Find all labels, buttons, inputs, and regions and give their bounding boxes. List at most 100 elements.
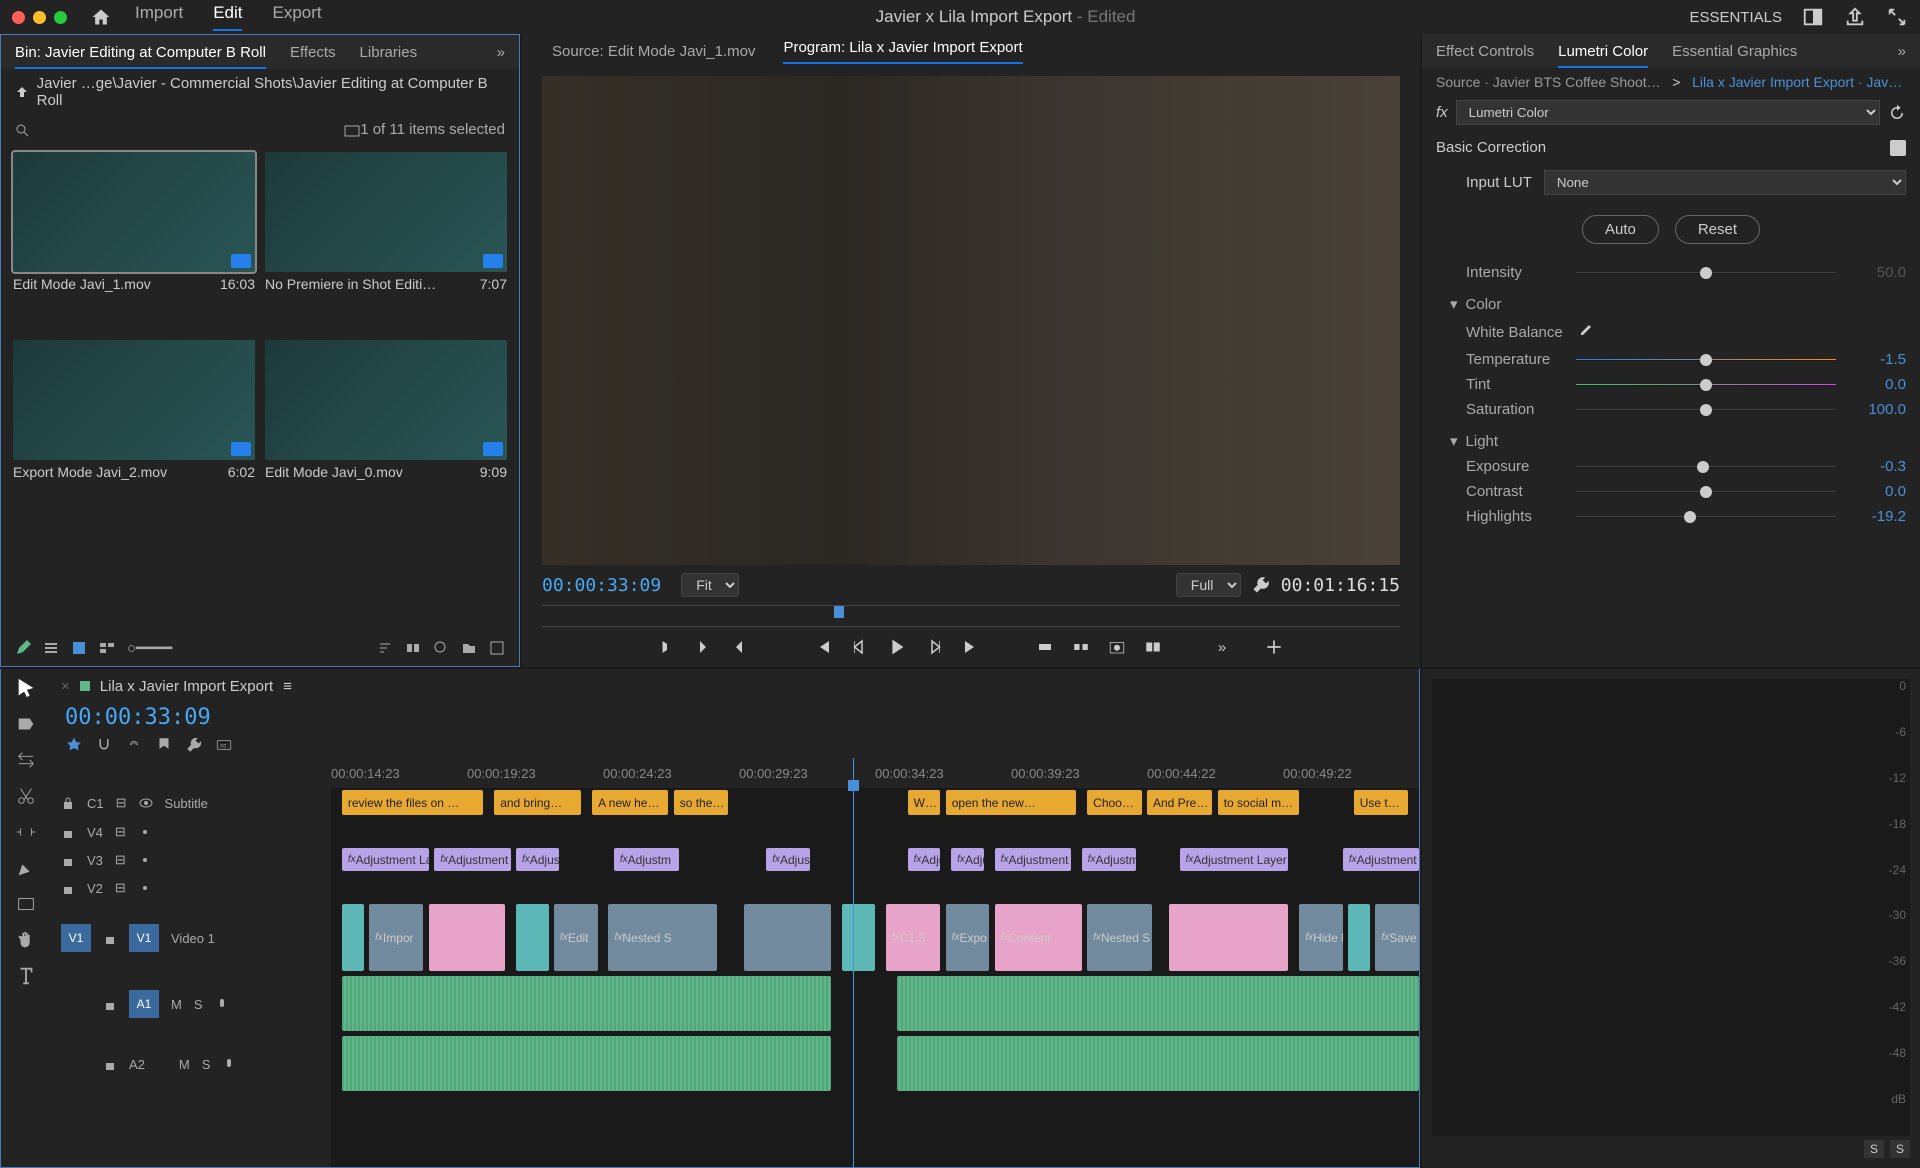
play-icon[interactable] <box>886 636 908 658</box>
intensity-slider[interactable] <box>1576 272 1836 274</box>
adjustment-clip[interactable]: fx Adju <box>908 848 941 871</box>
basic-correction-toggle[interactable]: ✓ <box>1890 140 1906 156</box>
panel-overflow-icon[interactable]: » <box>1898 43 1906 60</box>
thumbnail-item[interactable]: Edit Mode Javi_1.mov16:03 <box>13 152 255 330</box>
close-window[interactable] <box>12 11 25 24</box>
selection-tool[interactable] <box>15 677 37 699</box>
adjustment-clip[interactable]: fx Adjus <box>516 848 560 871</box>
track-a2[interactable]: A2 <box>129 1057 145 1072</box>
adjustment-clip[interactable]: fx Adjustm <box>614 848 679 871</box>
solo-1[interactable]: S <box>1864 1140 1884 1158</box>
monitor-ruler[interactable] <box>542 605 1400 627</box>
exposure-slider[interactable] <box>1576 466 1836 468</box>
contrast-value[interactable]: 0.0 <box>1846 483 1906 500</box>
freeform-icon[interactable] <box>99 640 115 656</box>
time-ruler[interactable]: 00:00:14:2300:00:19:2300:00:24:2300:00:2… <box>331 758 1419 788</box>
in-point-icon[interactable] <box>694 638 712 656</box>
temperature-slider[interactable] <box>1576 359 1836 361</box>
goto-in-icon[interactable] <box>814 638 832 656</box>
adjustment-clip[interactable]: fx Adjustment La <box>342 848 429 871</box>
subtitle-clip[interactable]: and bring… <box>494 790 581 815</box>
subtitle-clip[interactable]: A new he… <box>592 790 668 815</box>
adjustment-clip[interactable]: fx Adju <box>951 848 984 871</box>
video-clip[interactable]: fx Nested S <box>608 904 717 971</box>
tab-effects[interactable]: Effects <box>290 44 336 61</box>
seq-menu-icon[interactable]: ≡ <box>283 678 292 695</box>
thumbnail-item[interactable]: Edit Mode Javi_0.mov9:09 <box>265 340 507 518</box>
workspace-export[interactable]: Export <box>272 3 321 31</box>
exposure-value[interactable]: -0.3 <box>1846 458 1906 475</box>
close-seq-icon[interactable]: × <box>61 678 70 695</box>
fullscreen-icon[interactable] <box>1886 6 1908 28</box>
sort-icon[interactable] <box>377 640 393 656</box>
mark-in-icon[interactable] <box>658 638 676 656</box>
playhead[interactable] <box>853 758 854 1167</box>
track-v2[interactable]: V2 <box>87 881 103 896</box>
intensity-value[interactable]: 50.0 <box>1846 264 1906 281</box>
nest-icon[interactable] <box>65 736 83 754</box>
mic-icon[interactable] <box>222 1057 236 1071</box>
maximize-window[interactable] <box>54 11 67 24</box>
video-clip[interactable]: fx Content <box>995 904 1082 971</box>
audio-clip[interactable] <box>897 976 1419 1031</box>
track-c1[interactable]: C1 <box>87 796 104 811</box>
thumbnail-item[interactable]: Export Mode Javi_2.mov6:02 <box>13 340 255 518</box>
input-lut-select[interactable]: None <box>1544 170 1906 195</box>
subtitle-clip[interactable]: Choo… <box>1087 790 1141 815</box>
workspace-import[interactable]: Import <box>135 3 183 31</box>
audio-clip[interactable] <box>342 1036 832 1091</box>
video-clip[interactable]: fx Nested S <box>1087 904 1152 971</box>
video-clip[interactable] <box>429 904 505 971</box>
pen-icon[interactable] <box>15 640 31 656</box>
meter-display[interactable]: 0-6-12-18-24-30-36-42-48dB <box>1432 679 1910 1136</box>
goto-out-icon[interactable] <box>962 638 980 656</box>
video-clip[interactable]: fx Hide L <box>1299 904 1343 971</box>
list-view-icon[interactable] <box>43 640 59 656</box>
ripple-tool[interactable] <box>15 749 37 771</box>
track-v4[interactable]: V4 <box>87 825 103 840</box>
v1-source[interactable]: V1 <box>61 924 91 952</box>
add-button-icon[interactable] <box>1264 637 1284 657</box>
marker-icon[interactable] <box>155 736 173 754</box>
a1-target[interactable]: A1 <box>129 990 159 1018</box>
step-fwd-icon[interactable] <box>926 638 944 656</box>
tint-slider[interactable] <box>1576 384 1836 386</box>
wrench-tl-icon[interactable] <box>185 736 203 754</box>
video-clip[interactable] <box>342 904 364 971</box>
highlights-slider[interactable] <box>1576 516 1836 518</box>
adjustment-clip[interactable]: fx Adjustment Layer <box>1180 848 1289 871</box>
comparison-icon[interactable] <box>1144 638 1162 656</box>
saturation-slider[interactable] <box>1576 409 1836 411</box>
subtitle-clip[interactable]: Use t… <box>1354 790 1408 815</box>
sequence-name[interactable]: Lila x Javier Import Export <box>100 678 273 695</box>
basic-correction-header[interactable]: Basic Correction <box>1436 139 1546 156</box>
video-clip[interactable]: fx Edit <box>554 904 598 971</box>
solo-2[interactable]: S <box>1890 1140 1910 1158</box>
tab-bin[interactable]: Bin: Javier Editing at Computer B Roll <box>15 44 266 61</box>
tint-value[interactable]: 0.0 <box>1846 376 1906 393</box>
saturation-value[interactable]: 100.0 <box>1846 401 1906 418</box>
adjustment-clip[interactable]: fx Adjust <box>766 848 810 871</box>
video-clip[interactable]: fx C1.3 <box>886 904 940 971</box>
lift-icon[interactable] <box>1036 638 1054 656</box>
share-icon[interactable] <box>1844 6 1866 28</box>
project-search[interactable] <box>29 122 344 137</box>
caption-icon[interactable]: cc <box>215 736 233 754</box>
workspace-edit[interactable]: Edit <box>213 3 242 31</box>
breadcrumb[interactable]: Javier …ge\Javier - Commercial Shots\Jav… <box>1 69 519 115</box>
subtitle-clip[interactable]: review the files on … <box>342 790 483 815</box>
video-clip[interactable]: fx Save <box>1375 904 1419 971</box>
highlights-value[interactable]: -19.2 <box>1846 508 1906 525</box>
home-icon[interactable] <box>91 7 111 27</box>
new-folder-icon[interactable] <box>461 640 477 656</box>
subtitle-clip[interactable]: so the… <box>674 790 728 815</box>
snap-icon[interactable] <box>95 736 113 754</box>
color-section[interactable]: Color <box>1466 296 1502 313</box>
subtitle-clip[interactable]: open the new… <box>946 790 1077 815</box>
track-v3[interactable]: V3 <box>87 853 103 868</box>
video-clip[interactable] <box>1169 904 1289 971</box>
lock-icon[interactable] <box>61 796 75 810</box>
video-clip[interactable] <box>1348 904 1370 971</box>
automate-icon[interactable] <box>405 640 421 656</box>
pen-tool[interactable] <box>15 857 37 879</box>
